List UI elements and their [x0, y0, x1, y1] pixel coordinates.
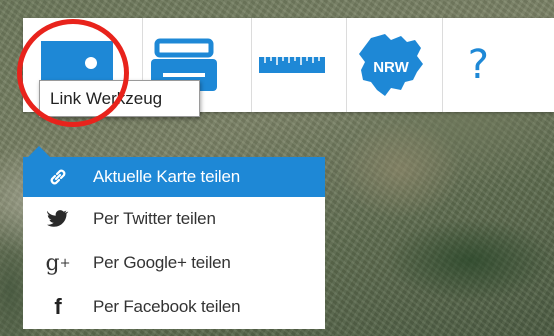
menu-item-share-current-map[interactable]: Aktuelle Karte teilen	[23, 157, 325, 197]
menu-item-label: Aktuelle Karte teilen	[93, 167, 240, 186]
menu-item-label: Per Twitter teilen	[93, 209, 216, 228]
nrw-map-icon: NRW	[359, 34, 424, 96]
tooltip-text: Link Werkzeug	[50, 88, 163, 108]
help-tool-button[interactable]: ?	[443, 18, 554, 112]
nrw-label: NRW	[373, 59, 409, 76]
menu-item-share-google-plus[interactable]: g + Per Google+ teilen	[23, 241, 325, 285]
menu-item-label: Per Google+ teilen	[93, 253, 231, 272]
ruler-icon	[258, 57, 325, 73]
facebook-icon: f	[54, 294, 62, 319]
help-icon: ?	[467, 42, 490, 88]
menu-item-share-twitter[interactable]: Per Twitter teilen	[23, 197, 325, 241]
share-menu: Aktuelle Karte teilen Per Twitter teilen…	[23, 157, 325, 329]
menu-item-share-facebook[interactable]: f Per Facebook teilen	[23, 285, 325, 329]
twitter-icon	[23, 210, 93, 228]
link-tool-tooltip: Link Werkzeug	[39, 80, 200, 117]
nrw-tool-button[interactable]: NRW	[347, 18, 443, 112]
google-plus-icon: g +	[45, 250, 71, 276]
measure-tool-button[interactable]	[252, 18, 347, 112]
chain-link-icon	[23, 166, 93, 188]
menu-item-label: Per Facebook teilen	[93, 297, 241, 316]
